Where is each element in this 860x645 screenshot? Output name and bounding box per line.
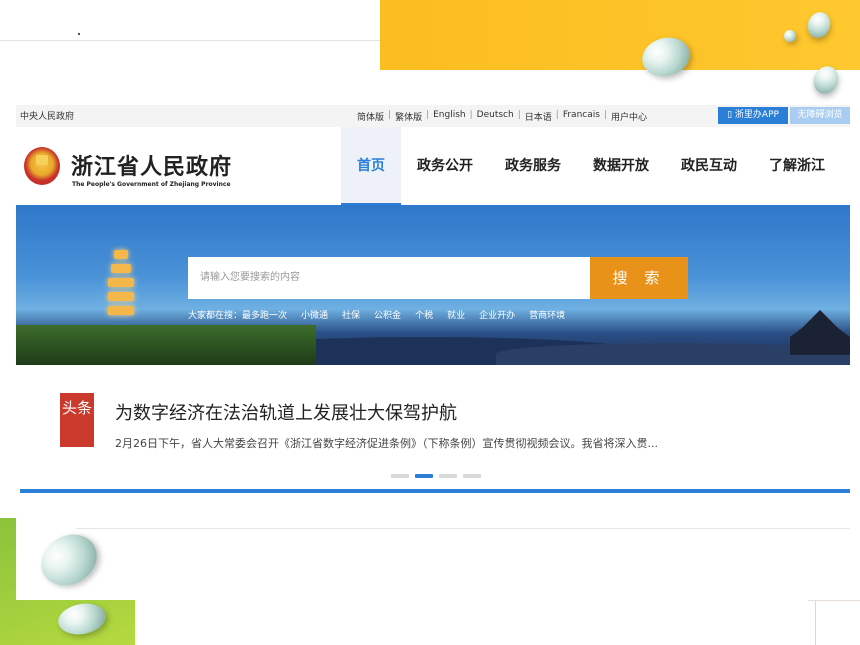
headline-description[interactable]: 2月26日下午，省人大常委会召开《浙江省数字经济促进条例》（下称条例）宣传贯彻视…	[115, 435, 658, 451]
pavilion-silhouette	[790, 310, 850, 355]
lang-deutsch[interactable]: Deutsch	[477, 110, 514, 123]
carousel-dot[interactable]	[439, 474, 457, 478]
lang-japanese[interactable]: 日本语	[525, 110, 552, 123]
hero-banner: 请输入您要搜索的内容 搜 索 大家都在搜：最多跑一次 小微通 社保 公积金 个税…	[16, 205, 850, 365]
search-button[interactable]: 搜 索	[590, 257, 688, 299]
nav-open-data[interactable]: 数据开放	[577, 127, 665, 205]
site-header: 浙江省人民政府 The People's Government of Zheji…	[16, 127, 850, 205]
nav-interaction[interactable]: 政民互动	[665, 127, 753, 205]
content-divider	[76, 528, 850, 529]
phone-icon: ▯	[727, 110, 735, 120]
leifeng-pagoda-icon	[108, 240, 134, 330]
slide-dot	[78, 33, 80, 35]
lang-simplified[interactable]: 简体版	[357, 110, 384, 123]
banner-trees	[16, 325, 316, 365]
headline-tag: 头条	[60, 393, 94, 447]
carousel-dot-active[interactable]	[415, 474, 433, 478]
headline-title[interactable]: 为数字经济在法治轨道上发展壮大保驾护航	[115, 399, 457, 425]
language-switcher: 简体版 | 繁体版 | English | Deutsch | 日本语 | Fr…	[357, 110, 647, 123]
site-title[interactable]: 浙江省人民政府	[71, 149, 232, 181]
water-drop-icon	[784, 30, 796, 42]
hot-search-item[interactable]: 营商环境	[529, 308, 565, 321]
slide-divider-short	[808, 600, 860, 601]
hot-search-item[interactable]: 社保	[342, 308, 360, 321]
hot-search-item[interactable]: 企业开办	[479, 308, 515, 321]
carousel-dot[interactable]	[463, 474, 481, 478]
hot-searches: 大家都在搜：最多跑一次 小微通 社保 公积金 个税 就业 企业开办 营商环境	[188, 308, 565, 321]
hot-search-item[interactable]: 小微通	[301, 308, 328, 321]
headline-section: 头条 为数字经济在法治轨道上发展壮大保驾护航 2月26日下午，省人大常委会召开《…	[16, 365, 850, 487]
hot-search-item[interactable]: 就业	[447, 308, 465, 321]
carousel-indicators	[391, 474, 481, 478]
lang-english[interactable]: English	[433, 110, 466, 123]
lang-traditional[interactable]: 繁体版	[395, 110, 422, 123]
lang-french[interactable]: Francais	[563, 110, 600, 123]
search-input[interactable]: 请输入您要搜索的内容	[188, 257, 590, 299]
main-nav: 首页 政务公开 政务服务 数据开放 政民互动 了解浙江	[341, 127, 841, 205]
national-emblem-icon	[24, 147, 60, 185]
user-center-link[interactable]: 用户中心	[611, 110, 647, 123]
slide-divider	[0, 40, 380, 41]
section-divider	[20, 489, 850, 493]
nav-gov-affairs[interactable]: 政务公开	[401, 127, 489, 205]
hot-search-label[interactable]: 大家都在搜：最多跑一次	[188, 308, 287, 321]
app-button[interactable]: ▯ 浙里办APP	[718, 107, 788, 124]
website-screenshot: 中央人民政府 简体版 | 繁体版 | English | Deutsch | 日…	[16, 105, 850, 600]
nav-home[interactable]: 首页	[341, 127, 401, 205]
gov-link[interactable]: 中央人民政府	[20, 109, 74, 122]
carousel-dot[interactable]	[391, 474, 409, 478]
nav-gov-services[interactable]: 政务服务	[489, 127, 577, 205]
site-title-en: The People's Government of Zhejiang Prov…	[72, 181, 231, 188]
nav-about-zhejiang[interactable]: 了解浙江	[753, 127, 841, 205]
accessible-button[interactable]: 无障碍浏览	[790, 107, 850, 124]
hot-search-item[interactable]: 个税	[415, 308, 433, 321]
hot-search-item[interactable]: 公积金	[374, 308, 401, 321]
top-bar: 中央人民政府 简体版 | 繁体版 | English | Deutsch | 日…	[16, 105, 850, 127]
